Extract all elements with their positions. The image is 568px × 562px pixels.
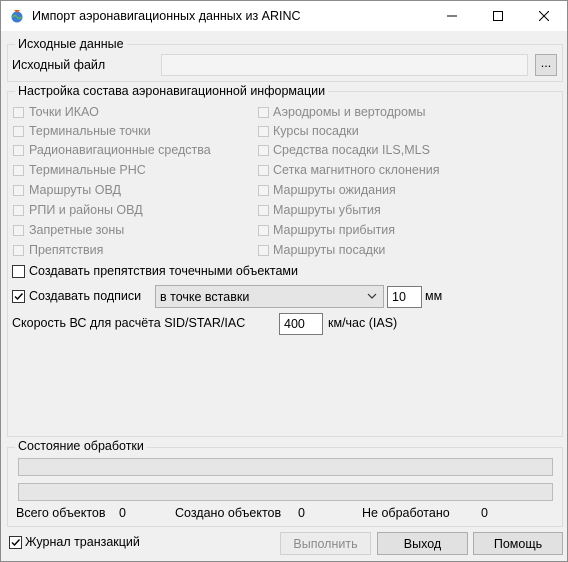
checkbox-approach-routes[interactable]	[258, 245, 269, 256]
unprocessed-value: 0	[481, 506, 488, 520]
label-size-unit: мм	[425, 289, 443, 303]
title-bar: Импорт аэронавигационных данных из ARINC	[1, 1, 567, 31]
window-title: Импорт аэронавигационных данных из ARINC	[32, 9, 301, 23]
app-icon	[11, 10, 23, 23]
label-position-select[interactable]: в точке вставки	[155, 285, 384, 308]
label-terminal-points: Терминальные точки	[29, 124, 151, 138]
minimize-button[interactable]	[429, 1, 475, 31]
label-holding-routes: Маршруты ожидания	[273, 183, 396, 197]
label-ils-mls: Средства посадки ILS,MLS	[273, 143, 430, 157]
label-approach-routes: Маршруты посадки	[273, 243, 386, 257]
label-fir-ats-areas: РПИ и районы ОВД	[29, 203, 143, 217]
label-aerodromes: Аэродромы и вертодромы	[273, 105, 426, 119]
created-objects-value: 0	[298, 506, 305, 520]
total-objects-label: Всего объектов	[16, 506, 106, 520]
label-landing-courses: Курсы посадки	[273, 124, 359, 138]
label-restricted-zones: Запретные зоны	[29, 223, 125, 237]
checkbox-transaction-journal[interactable]	[9, 536, 22, 549]
checkbox-aerodromes[interactable]	[258, 107, 269, 118]
speed-label: Скорость ВС для расчёта SID/STAR/IAC	[12, 316, 246, 330]
checkbox-create-labels[interactable]	[12, 290, 25, 303]
checkbox-radionav-aids[interactable]	[13, 145, 24, 156]
checkbox-terminal-points[interactable]	[13, 126, 24, 137]
label-ats-routes: Маршруты ОВД	[29, 183, 121, 197]
minimize-icon	[447, 15, 457, 17]
browse-button[interactable]: ...	[535, 54, 557, 76]
close-icon	[539, 11, 549, 21]
speed-unit: км/час (IAS)	[328, 316, 398, 330]
help-button[interactable]: Помощь	[473, 532, 563, 555]
checkbox-icao-points[interactable]	[13, 107, 24, 118]
label-radionav-aids: Радионавигационные средства	[29, 143, 211, 157]
checkbox-obstacles-as-points[interactable]	[12, 265, 25, 278]
label-terminal-navaids: Терминальные РНС	[29, 163, 146, 177]
chevron-down-icon	[367, 293, 377, 299]
total-objects-value: 0	[119, 506, 126, 520]
checkbox-ats-routes[interactable]	[13, 185, 24, 196]
exit-button[interactable]: Выход	[377, 532, 468, 555]
checkbox-holding-routes[interactable]	[258, 185, 269, 196]
maximize-icon	[493, 11, 503, 21]
label-create-labels: Создавать подписи	[29, 289, 142, 303]
label-obstacles: Препятствия	[29, 243, 104, 257]
checkmark-icon	[14, 293, 24, 301]
progress-bar-secondary	[18, 483, 553, 501]
label-obstacles-as-points: Создавать препятствия точечными объектам…	[29, 264, 299, 278]
checkbox-landing-courses[interactable]	[258, 126, 269, 137]
maximize-button[interactable]	[475, 1, 521, 31]
source-file-input[interactable]	[161, 54, 528, 76]
unprocessed-label: Не обработано	[362, 506, 450, 520]
label-position-value: в точке вставки	[160, 290, 250, 304]
label-transaction-journal: Журнал транзакций	[25, 535, 140, 549]
label-departure-routes: Маршруты убытия	[273, 203, 381, 217]
source-group-title: Исходные данные	[15, 37, 127, 51]
label-magnetic-variation-grid: Сетка магнитного склонения	[273, 163, 440, 177]
checkmark-icon	[11, 539, 21, 547]
checkbox-terminal-navaids[interactable]	[13, 165, 24, 176]
label-size-input[interactable]: 10	[387, 286, 422, 308]
close-button[interactable]	[521, 1, 567, 31]
checkbox-departure-routes[interactable]	[258, 205, 269, 216]
processing-group-title: Состояние обработки	[15, 439, 147, 453]
checkbox-obstacles[interactable]	[13, 245, 24, 256]
checkbox-magnetic-variation-grid[interactable]	[258, 165, 269, 176]
checkbox-fir-ats-areas[interactable]	[13, 205, 24, 216]
source-file-label: Исходный файл	[12, 58, 106, 72]
created-objects-label: Создано объектов	[175, 506, 282, 520]
checkbox-restricted-zones[interactable]	[13, 225, 24, 236]
checkbox-arrival-routes[interactable]	[258, 225, 269, 236]
speed-input[interactable]: 400	[279, 313, 323, 335]
label-arrival-routes: Маршруты прибытия	[273, 223, 396, 237]
settings-group-title: Настройка состава аэронавигационной инфо…	[15, 84, 329, 98]
run-button[interactable]: Выполнить	[280, 532, 371, 555]
progress-bar-main	[18, 458, 553, 476]
checkbox-ils-mls[interactable]	[258, 145, 269, 156]
import-arinc-dialog: Импорт аэронавигационных данных из ARINC…	[0, 0, 568, 562]
label-icao-points: Точки ИКАО	[29, 105, 99, 119]
